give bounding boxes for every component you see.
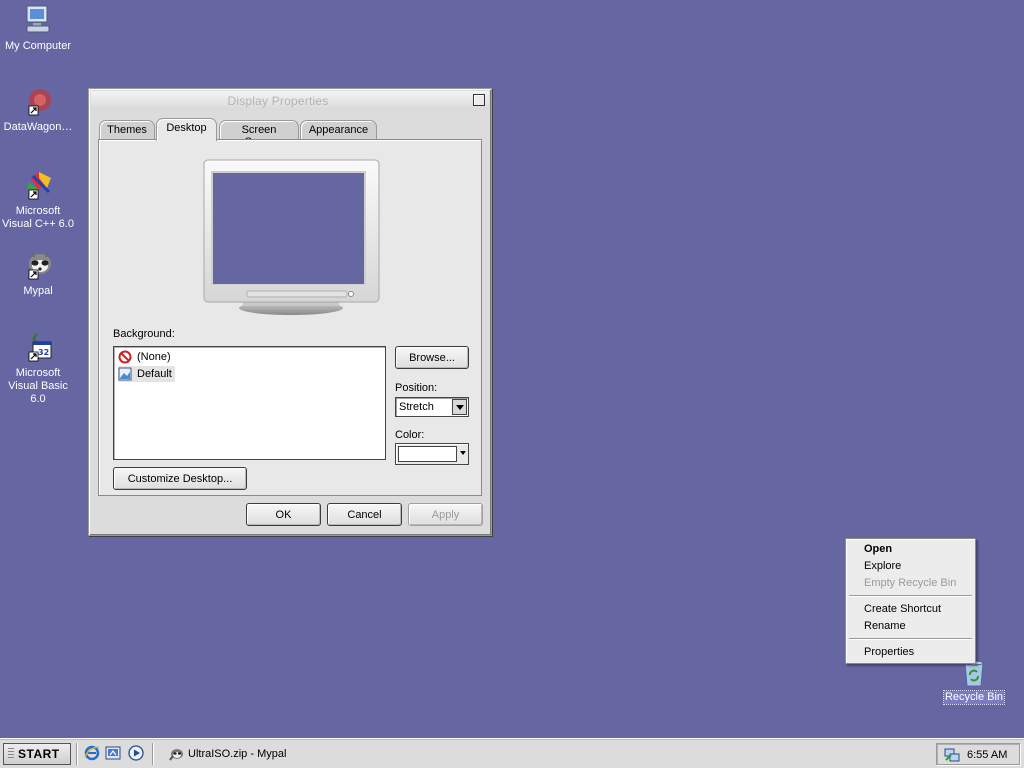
- desktop-icon-visual-cpp[interactable]: Microsoft Visual C++ 6.0: [0, 168, 76, 231]
- color-label: Color:: [395, 429, 425, 441]
- tab-screen-saver[interactable]: Screen Saver: [219, 120, 299, 148]
- taskbar: START UltraISO.zip - Mypal 6:55 AM: [0, 738, 1024, 768]
- recycle-bin-context-menu: Open Explore Empty Recycle Bin Create Sh…: [845, 538, 976, 664]
- dropdown-arrow-icon: [460, 451, 466, 455]
- menu-item-explore[interactable]: Explore: [864, 560, 901, 572]
- taskbar-task-mypal[interactable]: UltraISO.zip - Mypal: [162, 743, 918, 765]
- desktop-tab-panel: Background: (None) Default Browse... Pos…: [98, 139, 482, 496]
- media-player-icon[interactable]: [128, 745, 144, 761]
- mypal-icon: [169, 749, 183, 761]
- no-wallpaper-icon: [118, 350, 132, 364]
- preview-screen: [213, 173, 364, 284]
- desktop-icon-datawagon[interactable]: DataWagon…: [0, 86, 76, 134]
- image-file-icon: [118, 367, 132, 381]
- title-bar[interactable]: Display Properties: [91, 91, 489, 110]
- desktop-icon-visual-basic[interactable]: 32 Microsoft Visual Basic 6.0: [0, 330, 76, 406]
- list-item-label: Default: [137, 368, 172, 380]
- taskbar-divider: [76, 743, 78, 765]
- tab-themes[interactable]: Themes: [99, 120, 155, 139]
- visual-cpp-icon: [27, 172, 51, 200]
- position-label: Position:: [395, 382, 438, 394]
- desktop-icon-label: Mypal: [23, 285, 53, 297]
- tab-appearance[interactable]: Appearance: [300, 120, 377, 139]
- network-icon[interactable]: [943, 746, 961, 764]
- menu-separator: [849, 595, 972, 597]
- taskbar-divider: [152, 743, 154, 765]
- ok-button[interactable]: OK: [246, 503, 321, 526]
- background-listbox[interactable]: (None) Default: [113, 346, 386, 460]
- list-item-default[interactable]: Default: [118, 366, 175, 382]
- menu-separator: [849, 638, 972, 640]
- monitor-preview-icon: [203, 159, 380, 315]
- close-button[interactable]: [473, 94, 485, 106]
- list-item-label: (None): [137, 351, 171, 363]
- chevron-down-icon[interactable]: [452, 399, 467, 415]
- desktop-icon-label: Recycle Bin: [942, 690, 1006, 705]
- desktop-icon-label: Microsoft Visual Basic 6.0: [8, 367, 68, 405]
- datawagon-icon: [28, 89, 51, 116]
- mypal-icon: [28, 251, 51, 280]
- menu-item-properties[interactable]: Properties: [864, 646, 914, 658]
- visual-basic-icon: 32: [28, 333, 52, 362]
- desktop-icon-label: DataWagon…: [3, 121, 73, 133]
- desktop-icon-label: My Computer: [4, 40, 72, 52]
- color-swatch: [398, 446, 457, 462]
- system-tray: 6:55 AM: [936, 743, 1020, 765]
- internet-explorer-icon[interactable]: [84, 745, 100, 761]
- background-label: Background:: [113, 328, 175, 340]
- color-picker-button[interactable]: [395, 443, 469, 465]
- menu-item-create-shortcut[interactable]: Create Shortcut: [864, 603, 941, 615]
- window-title: Display Properties: [227, 94, 329, 108]
- start-button[interactable]: START: [3, 743, 71, 765]
- apply-button[interactable]: Apply: [408, 503, 483, 526]
- customize-desktop-button[interactable]: Customize Desktop...: [113, 467, 247, 490]
- start-label: START: [18, 747, 60, 761]
- clock: 6:55 AM: [967, 749, 1008, 761]
- browse-button[interactable]: Browse...: [395, 346, 469, 369]
- my-computer-icon: [26, 5, 50, 33]
- menu-item-open[interactable]: Open: [864, 543, 892, 555]
- cancel-button[interactable]: Cancel: [327, 503, 402, 526]
- task-label: UltraISO.zip - Mypal: [188, 748, 287, 760]
- list-item-none[interactable]: (None): [118, 349, 174, 365]
- tab-desktop[interactable]: Desktop: [156, 118, 217, 141]
- desktop-icon-recycle-bin[interactable]: Recycle Bin: [936, 658, 1012, 705]
- desktop-icon-mypal[interactable]: Mypal: [0, 248, 76, 298]
- menu-item-empty-recycle-bin[interactable]: Empty Recycle Bin: [864, 577, 956, 589]
- display-properties-window: Display Properties Themes Desktop Screen…: [88, 88, 492, 536]
- svg-text:32: 32: [38, 348, 49, 357]
- menu-item-rename[interactable]: Rename: [864, 620, 906, 632]
- position-select[interactable]: Stretch: [395, 397, 469, 417]
- desktop-icon-label: Microsoft Visual C++ 6.0: [2, 205, 74, 230]
- show-desktop-icon[interactable]: [105, 745, 121, 761]
- position-value: Stretch: [399, 401, 434, 413]
- desktop-icon-my-computer[interactable]: My Computer: [0, 3, 76, 53]
